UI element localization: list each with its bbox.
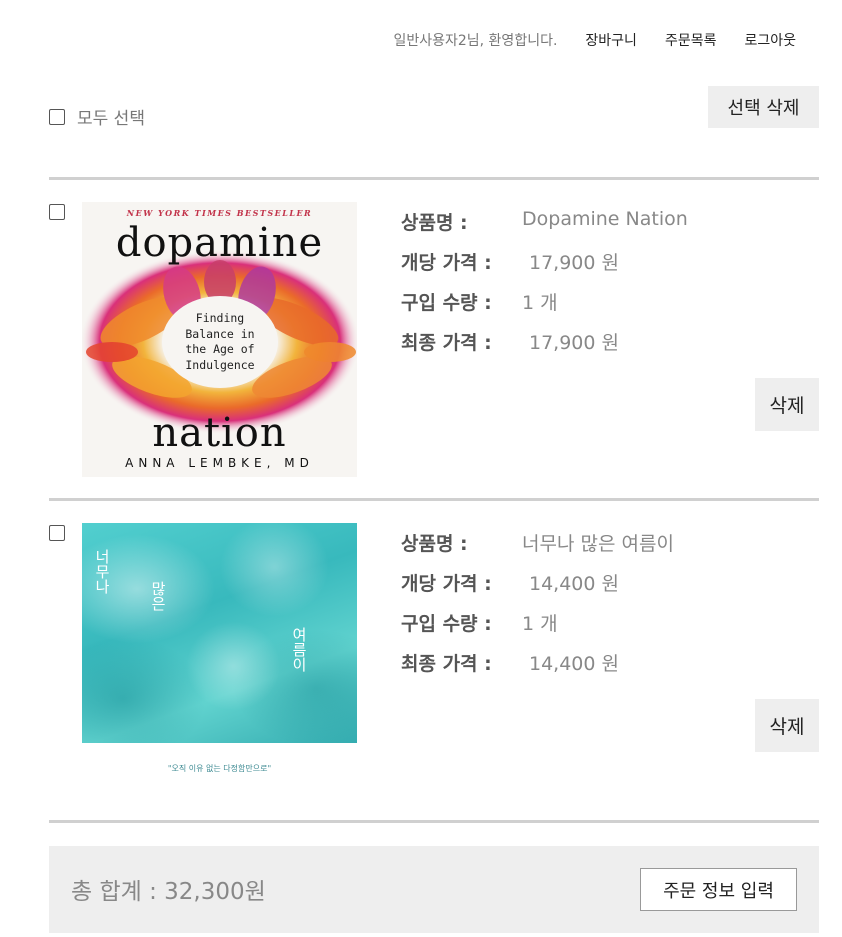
- top-nav: 일반사용자2님, 환영합니다. 장바구니 주문목록 로그아웃: [393, 30, 796, 50]
- select-toolbar: 모두 선택 선택 삭제: [49, 86, 819, 146]
- book-cover: 너무나 많은 여름이 "오직 이유 없는 다정함만으로": [82, 523, 357, 793]
- item-details: 상품명 : 너무나 많은 여름이 개당 가격 : 14,400 원 구입 수량 …: [401, 529, 674, 689]
- orders-link[interactable]: 주문목록: [665, 30, 717, 50]
- item-quantity: 1 개: [522, 292, 558, 314]
- name-label: 상품명 :: [401, 533, 468, 555]
- item-checkbox[interactable]: [49, 204, 65, 220]
- cart-summary: 총 합계 : 32,300원 주문 정보 입력: [49, 846, 819, 933]
- book-cover: NEW YORK TIMES BESTSELLER dopamine Findi…: [82, 202, 357, 477]
- unit-price-label: 개당 가격 :: [401, 573, 492, 595]
- item-unit-price: 14,400 원: [529, 573, 620, 595]
- cart-item: NEW YORK TIMES BESTSELLER dopamine Findi…: [49, 180, 819, 498]
- cover-tagline-line: the Age of: [185, 342, 255, 356]
- cart-page: 일반사용자2님, 환영합니다. 장바구니 주문목록 로그아웃 모두 선택 선택 …: [0, 0, 842, 937]
- cover-title-top: dopamine: [115, 220, 324, 266]
- cover-title-part: 여름이: [290, 627, 308, 672]
- cover-author: ANNA LEMBKE, MD: [125, 456, 314, 470]
- item-unit-price: 17,900 원: [529, 252, 620, 274]
- quantity-label: 구입 수량 :: [401, 292, 492, 314]
- select-all-checkbox[interactable]: [49, 108, 65, 125]
- cover-title-bottom: nation: [152, 410, 287, 456]
- detail-row-final-price: 최종 가격 : 17,900 원: [401, 328, 688, 368]
- divider: [49, 820, 819, 823]
- final-price-label: 최종 가격 :: [401, 653, 492, 675]
- cover-tagline: Finding Balance in the Age of Indulgence: [168, 311, 272, 373]
- delete-item-button[interactable]: 삭제: [755, 699, 819, 752]
- order-info-button[interactable]: 주문 정보 입력: [640, 868, 797, 911]
- detail-row-quantity: 구입 수량 : 1 개: [401, 288, 688, 328]
- detail-row-name: 상품명 : Dopamine Nation: [401, 208, 688, 248]
- cart-item: 너무나 많은 여름이 "오직 이유 없는 다정함만으로" 상품명 : 너무나 많…: [49, 501, 819, 819]
- detail-row-unit-price: 개당 가격 : 14,400 원: [401, 569, 674, 609]
- detail-row-quantity: 구입 수량 : 1 개: [401, 609, 674, 649]
- cover-tagline-line: Finding: [195, 311, 245, 325]
- detail-row-final-price: 최종 가격 : 14,400 원: [401, 649, 674, 689]
- unit-price-label: 개당 가격 :: [401, 252, 492, 274]
- item-final-price: 17,900 원: [529, 332, 620, 354]
- item-checkbox[interactable]: [49, 525, 65, 541]
- final-price-label: 최종 가격 :: [401, 332, 492, 354]
- quantity-label: 구입 수량 :: [401, 613, 492, 635]
- cover-title-part: 너무나: [93, 549, 111, 594]
- cover-tagline-line: Balance in: [185, 326, 255, 341]
- delete-item-button[interactable]: 삭제: [755, 378, 819, 431]
- item-quantity: 1 개: [522, 613, 558, 635]
- cover-tagline-line: Indulgence: [185, 357, 255, 372]
- select-all[interactable]: 모두 선택: [49, 104, 145, 129]
- cart-link[interactable]: 장바구니: [585, 30, 637, 50]
- logout-link[interactable]: 로그아웃: [744, 30, 796, 50]
- delete-selected-button[interactable]: 선택 삭제: [708, 86, 819, 128]
- item-name: 너무나 많은 여름이: [522, 533, 674, 555]
- detail-row-name: 상품명 : 너무나 많은 여름이: [401, 529, 674, 569]
- cover-quote: "오직 이유 없는 다정함만으로": [167, 764, 272, 773]
- item-details: 상품명 : Dopamine Nation 개당 가격 : 17,900 원 구…: [401, 208, 688, 368]
- item-name: Dopamine Nation: [522, 208, 688, 230]
- total-price: 총 합계 : 32,300원: [71, 879, 266, 905]
- detail-row-unit-price: 개당 가격 : 17,900 원: [401, 248, 688, 288]
- cover-water-art: [82, 523, 357, 743]
- welcome-text: 일반사용자2님, 환영합니다.: [393, 33, 558, 49]
- select-all-label: 모두 선택: [77, 109, 145, 129]
- name-label: 상품명 :: [401, 212, 468, 234]
- cover-title-part: 많은: [149, 581, 167, 611]
- item-final-price: 14,400 원: [529, 653, 620, 675]
- cover-banner: NEW YORK TIMES BESTSELLER: [126, 208, 313, 218]
